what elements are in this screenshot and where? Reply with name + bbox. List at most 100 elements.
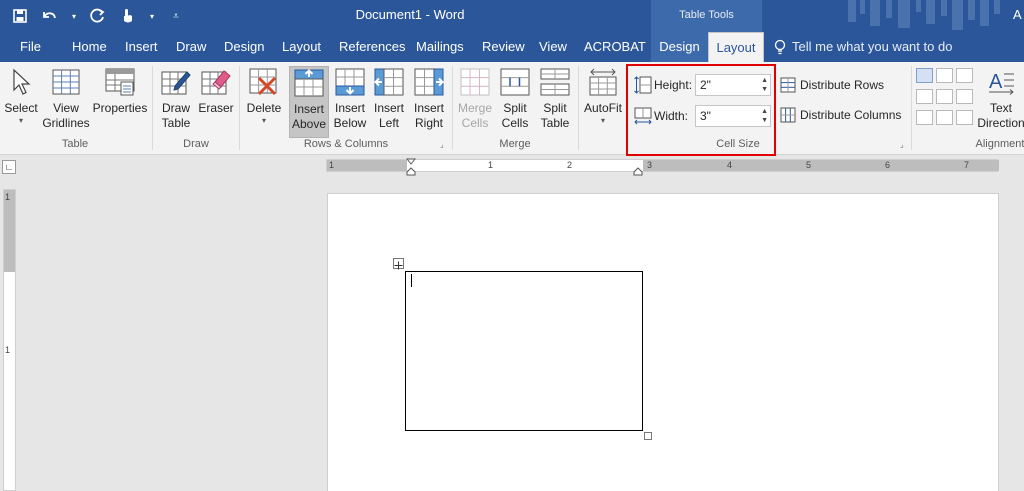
tab-design[interactable]: Design — [218, 32, 270, 62]
text-cursor — [411, 274, 412, 287]
text-direction-button[interactable]: A Text Direction — [978, 66, 1024, 138]
tab-insert[interactable]: Insert — [119, 32, 164, 62]
delete-dropdown-icon: ▾ — [261, 116, 266, 125]
distribute-columns-button[interactable]: Distribute Columns — [780, 105, 901, 125]
tab-table-layout[interactable]: Layout — [708, 32, 764, 63]
eraser-icon — [201, 70, 231, 95]
group-separator — [911, 66, 912, 150]
table-resize-handle-icon[interactable] — [644, 432, 652, 440]
cell-size-highlight — [626, 64, 776, 156]
tab-acrobat[interactable]: ACROBAT — [578, 32, 652, 62]
align-top-right-icon[interactable] — [956, 68, 973, 83]
tell-me-search[interactable]: Tell me what you want to do — [774, 32, 952, 62]
tab-file[interactable]: File — [14, 32, 47, 62]
tab-mailings[interactable]: Mailings — [410, 32, 470, 62]
merge-cells-button[interactable]: Merge Cells — [455, 66, 495, 138]
distribute-columns-icon — [780, 107, 796, 123]
insert-left-button[interactable]: Insert Left — [370, 66, 408, 138]
tab-references[interactable]: References — [333, 32, 411, 62]
group-label-alignment: Alignment — [975, 138, 1024, 150]
align-top-center-icon[interactable] — [936, 68, 953, 83]
draw-table-button[interactable]: Draw Table — [156, 66, 196, 138]
insert-above-icon — [294, 69, 324, 97]
ruler-number: 7 — [964, 160, 970, 170]
align-center-right-icon[interactable] — [956, 89, 973, 104]
indent-marker-icon[interactable] — [406, 158, 416, 176]
align-bottom-center-icon[interactable] — [936, 110, 953, 125]
ruler-number: 2 — [567, 160, 573, 170]
ruler-left-margin — [327, 160, 407, 171]
tab-selector[interactable]: ∟ — [2, 160, 16, 174]
tell-me-text: Tell me what you want to do — [792, 39, 953, 54]
user-avatar[interactable]: A — [1013, 7, 1022, 22]
distribute-rows-icon — [780, 77, 796, 93]
vertical-ruler[interactable]: 1 1 — [3, 189, 16, 491]
cell-alignment-grid — [916, 68, 974, 125]
ruler-number: 3 — [647, 160, 653, 170]
cursor-arrow-icon — [13, 68, 31, 95]
right-indent-marker-icon[interactable] — [633, 162, 643, 176]
title-bar: ▾ ▾ ⩡ Document1 - Word Table Tools A — [0, 0, 1024, 32]
horizontal-ruler[interactable]: 1 1 2 3 4 5 6 7 — [326, 158, 999, 176]
tab-layout[interactable]: Layout — [276, 32, 327, 62]
distribute-rows-button[interactable]: Distribute Rows — [780, 75, 884, 95]
align-center-left-icon[interactable] — [916, 89, 933, 104]
ruler-number: 1 — [5, 192, 11, 202]
split-table-icon — [540, 68, 570, 96]
align-center-icon[interactable] — [936, 89, 953, 104]
tab-draw[interactable]: Draw — [170, 32, 212, 62]
gridlines-icon — [52, 69, 80, 95]
tab-home[interactable]: Home — [66, 32, 113, 62]
ribbon-tab-bar: File Home Insert Draw Design Layout Refe… — [0, 32, 1024, 63]
insert-above-button[interactable]: Insert Above — [289, 66, 329, 138]
group-label-merge: Merge — [499, 138, 531, 150]
select-button[interactable]: Select ▾ — [4, 66, 38, 138]
insert-below-icon — [335, 68, 365, 96]
pencil-table-icon — [161, 71, 191, 95]
insert-right-icon — [414, 68, 444, 96]
table-cell[interactable] — [405, 271, 643, 431]
table-properties-icon — [105, 68, 135, 96]
ruler-number: 4 — [727, 160, 733, 170]
autofit-button[interactable]: AutoFit ▾ — [581, 66, 625, 138]
eraser-button[interactable]: Eraser — [196, 66, 236, 138]
group-separator — [578, 66, 579, 150]
table-move-handle-icon[interactable] — [393, 258, 404, 270]
split-table-button[interactable]: Split Table — [535, 66, 575, 138]
select-dropdown-icon: ▾ — [18, 116, 23, 125]
autofit-dropdown-icon: ▾ — [600, 116, 605, 125]
group-label-table: Table — [61, 138, 89, 150]
ruler-number: 6 — [885, 160, 891, 170]
delete-button[interactable]: Delete ▾ — [243, 66, 285, 138]
tab-review[interactable]: Review — [476, 32, 531, 62]
tab-table-design[interactable]: Design — [651, 32, 708, 62]
autofit-icon — [589, 68, 617, 96]
lightbulb-icon — [774, 39, 786, 55]
ruler-number: 1 — [329, 160, 335, 170]
merge-cells-icon — [460, 68, 490, 96]
ruler-top-margin — [4, 190, 15, 272]
ribbon-decoration-icon — [848, 0, 1000, 30]
ribbon: Select ▾ View Gridlines Properties Table… — [0, 62, 1024, 155]
contextual-group-title: Table Tools — [651, 0, 762, 32]
properties-button[interactable]: Properties — [92, 66, 148, 138]
split-cells-button[interactable]: Split Cells — [495, 66, 535, 138]
group-label-rows-columns: Rows & Columns — [303, 138, 389, 150]
svg-text:A: A — [989, 71, 1003, 93]
ruler-right-margin — [643, 160, 999, 171]
rows-columns-launcher-icon[interactable]: ⌟ — [440, 140, 449, 149]
insert-right-button[interactable]: Insert Right — [410, 66, 448, 138]
align-bottom-left-icon[interactable] — [916, 110, 933, 125]
split-cells-icon — [500, 68, 530, 96]
align-top-left-icon[interactable] — [916, 68, 933, 83]
delete-table-icon — [249, 68, 277, 96]
group-label-draw: Draw — [183, 138, 209, 150]
cell-size-launcher-icon[interactable]: ⌟ — [900, 140, 909, 149]
ruler-number: 1 — [5, 345, 11, 355]
view-gridlines-button[interactable]: View Gridlines — [40, 66, 92, 138]
ruler-number: 5 — [806, 160, 812, 170]
insert-below-button[interactable]: Insert Below — [330, 66, 370, 138]
align-bottom-right-icon[interactable] — [956, 110, 973, 125]
tab-view[interactable]: View — [533, 32, 573, 62]
ruler-number: 1 — [488, 160, 494, 170]
